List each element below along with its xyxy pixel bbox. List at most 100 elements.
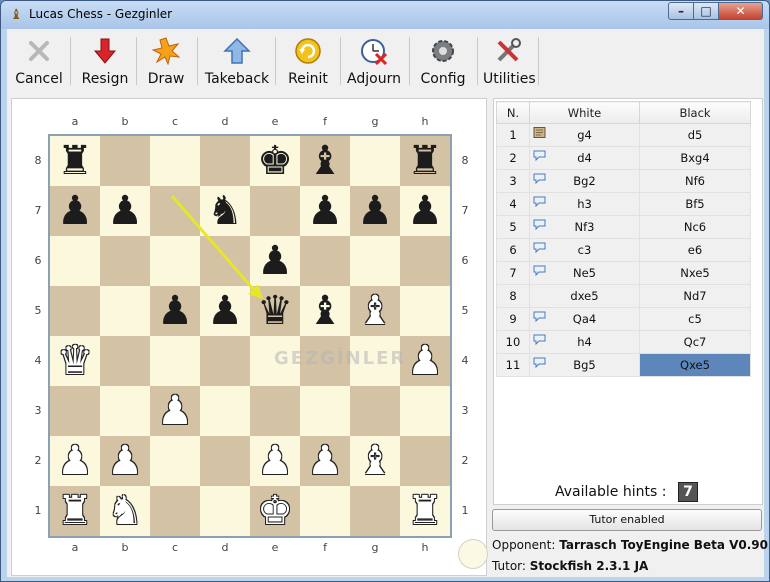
white-move-cell[interactable]: Bg2 xyxy=(529,169,640,193)
white-pawn-piece[interactable]: ♟ xyxy=(50,436,100,486)
selected-black-move[interactable]: Qxe5 xyxy=(639,353,751,377)
white-move-cell[interactable]: Nf3 xyxy=(529,215,640,239)
square-a5[interactable] xyxy=(50,286,100,336)
reinit-button[interactable]: Reinit xyxy=(281,33,335,91)
move-row[interactable]: 11 Bg5 Qxe5 xyxy=(496,353,751,377)
black-pawn-piece[interactable]: ♟ xyxy=(300,186,350,236)
black-pawn-piece[interactable]: ♟ xyxy=(350,186,400,236)
side-indicator-button[interactable] xyxy=(458,539,488,569)
white-pawn-piece[interactable]: ♟ xyxy=(250,436,300,486)
square-c2[interactable] xyxy=(150,436,200,486)
square-h5[interactable] xyxy=(400,286,450,336)
cancel-button[interactable]: Cancel xyxy=(11,33,67,91)
config-button[interactable]: Config xyxy=(415,33,471,91)
square-g6[interactable] xyxy=(350,236,400,286)
move-row[interactable]: 9 Qa4 c5 xyxy=(496,307,751,331)
white-pawn-piece[interactable]: ♟ xyxy=(150,386,200,436)
square-g8[interactable] xyxy=(350,136,400,186)
square-f1[interactable] xyxy=(300,486,350,536)
black-pawn-piece[interactable]: ♟ xyxy=(400,186,450,236)
white-move-cell[interactable]: g4 xyxy=(529,123,640,147)
square-d4[interactable] xyxy=(200,336,250,386)
white-pawn-piece[interactable]: ♟ xyxy=(100,436,150,486)
square-c4[interactable] xyxy=(150,336,200,386)
white-king-piece[interactable]: ♚ xyxy=(250,486,300,536)
square-a6[interactable] xyxy=(50,236,100,286)
square-d3[interactable] xyxy=(200,386,250,436)
black-move[interactable]: d5 xyxy=(639,123,751,147)
white-pawn-piece[interactable]: ♟ xyxy=(400,336,450,386)
square-d2[interactable] xyxy=(200,436,250,486)
black-move[interactable]: e6 xyxy=(639,238,751,262)
square-g3[interactable] xyxy=(350,386,400,436)
square-c8[interactable] xyxy=(150,136,200,186)
square-b3[interactable] xyxy=(100,386,150,436)
move-row[interactable]: 2 d4 Bxg4 xyxy=(496,146,751,170)
square-b6[interactable] xyxy=(100,236,150,286)
header-white[interactable]: White xyxy=(529,101,640,124)
black-king-piece[interactable]: ♚ xyxy=(250,136,300,186)
takeback-button[interactable]: Takeback xyxy=(203,33,271,91)
black-pawn-piece[interactable]: ♟ xyxy=(50,186,100,236)
black-move[interactable]: Nxe5 xyxy=(639,261,751,285)
square-c6[interactable] xyxy=(150,236,200,286)
adjourn-button[interactable]: Adjourn xyxy=(345,33,403,91)
black-pawn-piece[interactable]: ♟ xyxy=(250,236,300,286)
square-h2[interactable] xyxy=(400,436,450,486)
move-row[interactable]: 8 dxe5 Nd7 xyxy=(496,284,751,308)
square-e3[interactable] xyxy=(250,386,300,436)
black-bishop-piece[interactable]: ♝ xyxy=(300,286,350,336)
maximize-button[interactable]: □ xyxy=(693,2,719,20)
move-row[interactable]: 1 g4 d5 xyxy=(496,123,751,147)
tutor-enabled-button[interactable]: Tutor enabled xyxy=(492,509,762,531)
square-d1[interactable] xyxy=(200,486,250,536)
close-button[interactable]: ✕ xyxy=(718,2,763,20)
square-a3[interactable] xyxy=(50,386,100,436)
move-row[interactable]: 7 Ne5 Nxe5 xyxy=(496,261,751,285)
square-b8[interactable] xyxy=(100,136,150,186)
black-rook-piece[interactable]: ♜ xyxy=(400,136,450,186)
black-queen-piece[interactable]: ♛ xyxy=(250,286,300,336)
black-move[interactable]: Qc7 xyxy=(639,330,751,354)
black-pawn-piece[interactable]: ♟ xyxy=(150,286,200,336)
white-move-cell[interactable]: h3 xyxy=(529,192,640,216)
square-g1[interactable] xyxy=(350,486,400,536)
square-b5[interactable] xyxy=(100,286,150,336)
header-number[interactable]: N. xyxy=(496,101,530,124)
move-row[interactable]: 10 h4 Qc7 xyxy=(496,330,751,354)
white-rook-piece[interactable]: ♜ xyxy=(50,486,100,536)
white-queen-piece[interactable]: ♛ xyxy=(50,336,100,386)
white-move-cell[interactable]: c3 xyxy=(529,238,640,262)
minimize-button[interactable]: – xyxy=(668,2,694,20)
title-bar[interactable]: ♝ Lucas Chess - Gezginler – □ ✕ xyxy=(1,1,769,29)
resign-button[interactable]: Resign xyxy=(77,33,133,91)
header-black[interactable]: Black xyxy=(639,101,751,124)
white-rook-piece[interactable]: ♜ xyxy=(400,486,450,536)
black-move[interactable]: Nd7 xyxy=(639,284,751,308)
move-row[interactable]: 3 Bg2 Nf6 xyxy=(496,169,751,193)
move-row[interactable]: 4 h3 Bf5 xyxy=(496,192,751,216)
square-f6[interactable] xyxy=(300,236,350,286)
white-move-cell[interactable]: Bg5 xyxy=(529,353,640,377)
white-move-cell[interactable]: h4 xyxy=(529,330,640,354)
black-move[interactable]: Nf6 xyxy=(639,169,751,193)
black-move[interactable]: Bf5 xyxy=(639,192,751,216)
square-c7[interactable] xyxy=(150,186,200,236)
square-h6[interactable] xyxy=(400,236,450,286)
square-h3[interactable] xyxy=(400,386,450,436)
white-move-cell[interactable]: dxe5 xyxy=(529,284,640,308)
white-bishop-piece[interactable]: ♝ xyxy=(350,436,400,486)
white-move-cell[interactable]: Ne5 xyxy=(529,261,640,285)
black-move[interactable]: Nc6 xyxy=(639,215,751,239)
black-move[interactable]: c5 xyxy=(639,307,751,331)
square-e7[interactable] xyxy=(250,186,300,236)
white-move-cell[interactable]: Qa4 xyxy=(529,307,640,331)
black-knight-piece[interactable]: ♞ xyxy=(200,186,250,236)
square-d8[interactable] xyxy=(200,136,250,186)
square-d6[interactable] xyxy=(200,236,250,286)
white-knight-piece[interactable]: ♞ xyxy=(100,486,150,536)
black-bishop-piece[interactable]: ♝ xyxy=(300,136,350,186)
black-rook-piece[interactable]: ♜ xyxy=(50,136,100,186)
chess-board[interactable]: ♜ ♚ ♝ ♜ ♟ ♟ ♞ ♟ ♟ ♟ ♟ ♟ ♟ ♛ ♝ ♝ ♛ ♟ ♟ ♟ ♟ ♟ ♟ ♝ ♜ ♞ ♚ ♜ xyxy=(48,134,452,538)
white-pawn-piece[interactable]: ♟ xyxy=(300,436,350,486)
